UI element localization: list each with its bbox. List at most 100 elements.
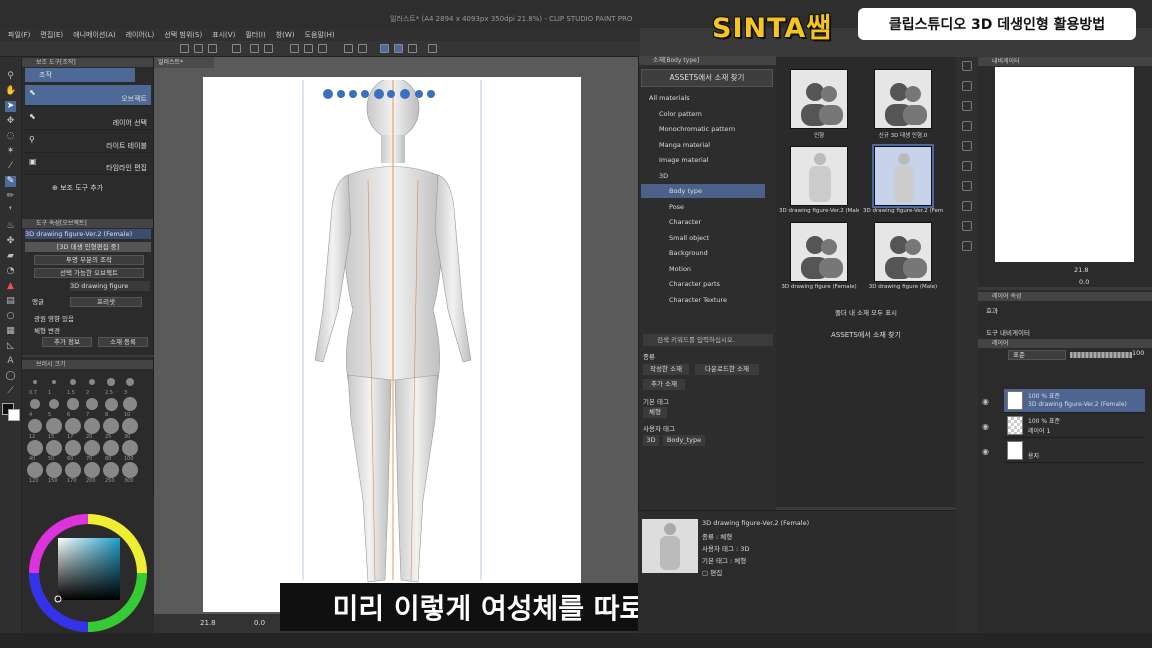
light-source-checkbox[interactable]: 광원 영향 있음: [34, 314, 74, 324]
decoration-icon[interactable]: ✤: [5, 236, 16, 247]
kind-tag-downloaded[interactable]: 다운로드한 소재: [695, 364, 759, 375]
eye-icon[interactable]: ◉: [982, 422, 991, 431]
text-icon[interactable]: A: [5, 356, 16, 367]
base-tag-body[interactable]: 체형: [643, 407, 667, 418]
figure-icon[interactable]: ○: [5, 311, 16, 322]
layer-row[interactable]: 100 % 표준 레이어 1: [1004, 414, 1145, 438]
pencil-icon[interactable]: ✏: [5, 191, 16, 202]
move-layer-icon[interactable]: ✥: [5, 116, 16, 127]
zoom-icon[interactable]: ⚲: [5, 71, 16, 82]
brush-size-dot[interactable]: [65, 440, 81, 456]
brush-size-dot[interactable]: [107, 378, 115, 386]
material-thumb[interactable]: [790, 146, 848, 206]
material-tree-item[interactable]: Motion: [641, 262, 765, 276]
menu-view[interactable]: 표시(V): [212, 30, 235, 40]
3d-drawing-figure[interactable]: [293, 80, 493, 620]
material-thumb-selected[interactable]: [872, 144, 934, 208]
balloon-icon[interactable]: ◯: [5, 371, 16, 382]
add-subtool-button[interactable]: ⊕ 보조 도구 추가: [52, 183, 103, 193]
material-tree-item[interactable]: Image material: [641, 153, 765, 167]
menu-help[interactable]: 도움말(H): [305, 30, 335, 40]
brush-size-dot[interactable]: [33, 380, 37, 384]
brush-size-dot[interactable]: [88, 378, 96, 386]
save-icon[interactable]: [208, 44, 217, 53]
menu-animation[interactable]: 애니메이션(A): [73, 30, 115, 40]
lasso-icon[interactable]: ◌: [5, 131, 16, 142]
material-search-input[interactable]: 검색 키워드를 입력하십시오.: [643, 334, 773, 346]
brush-size-dot[interactable]: [46, 462, 62, 478]
user-tag-body-type[interactable]: Body_type: [663, 435, 705, 446]
panel-icon[interactable]: [962, 181, 972, 191]
magic-wand-icon[interactable]: ✶: [5, 146, 16, 157]
hand-icon[interactable]: ✋: [5, 86, 16, 97]
material-tree-item[interactable]: All materials: [641, 91, 765, 105]
material-thumb[interactable]: [790, 222, 848, 282]
add-info-button[interactable]: 추가 정보: [42, 337, 92, 347]
brush-size-dot[interactable]: [48, 398, 60, 410]
eye-icon[interactable]: ◉: [982, 397, 991, 406]
brush-size-dot[interactable]: [46, 418, 62, 434]
material-thumb[interactable]: [874, 69, 932, 129]
material-tree-item[interactable]: Pose: [641, 200, 765, 214]
eyedropper-icon[interactable]: ⁄: [5, 161, 16, 172]
opacity-slider[interactable]: [1070, 352, 1132, 358]
panel-icon[interactable]: [962, 101, 972, 111]
preset-button[interactable]: 프리셋: [70, 297, 142, 307]
brush-size-dot[interactable]: [122, 440, 138, 456]
material-tree-item[interactable]: Character Texture: [641, 293, 765, 307]
brush-size-dot[interactable]: [103, 440, 119, 456]
menu-file[interactable]: 파일(F): [8, 30, 30, 40]
panel-icon[interactable]: [962, 221, 972, 231]
brush-size-dot[interactable]: [65, 418, 81, 434]
brush-size-dot[interactable]: [70, 379, 76, 385]
menu-filter[interactable]: 필터(I): [245, 30, 265, 40]
brush-size-dot[interactable]: [84, 440, 100, 456]
operation-icon[interactable]: ➤: [5, 101, 16, 112]
brush-size-dot[interactable]: [122, 462, 138, 478]
brush-size-dot[interactable]: [30, 399, 40, 409]
snap-special-icon[interactable]: [408, 44, 417, 53]
select-all-icon[interactable]: [318, 44, 327, 53]
color-wheel[interactable]: [22, 495, 154, 645]
navigator-zoom[interactable]: 21.8: [1074, 266, 1088, 274]
new-icon[interactable]: [180, 44, 189, 53]
menu-layer[interactable]: 레이어(L): [126, 30, 155, 40]
airbrush-icon[interactable]: ♨: [5, 221, 16, 232]
snap-ruler-icon[interactable]: [380, 44, 389, 53]
panel-icon[interactable]: [962, 121, 972, 131]
panel-icon[interactable]: [962, 241, 972, 251]
show-all-link[interactable]: 폴더 내 소재 모두 표시: [776, 307, 956, 317]
brush-size-dot[interactable]: [85, 397, 99, 411]
object-list-row[interactable]: 3D drawing figure: [70, 281, 150, 291]
ruler-icon[interactable]: [428, 44, 437, 53]
material-tree-item[interactable]: Body type: [641, 184, 765, 198]
brush-size-dot[interactable]: [27, 462, 43, 478]
subtool-light-table[interactable]: ⚲ 라이트 테이블: [25, 132, 151, 153]
material-tree-item[interactable]: 3D: [641, 169, 765, 183]
document-tab[interactable]: 일러스트*: [154, 57, 214, 68]
material-tree-item[interactable]: Character parts: [641, 277, 765, 291]
blend-mode-select[interactable]: 표준: [1008, 350, 1066, 360]
transform-icon[interactable]: [304, 44, 313, 53]
correct-line-icon[interactable]: ⟋: [5, 386, 16, 397]
material-tree-item[interactable]: Monochromatic pattern: [641, 122, 765, 136]
kind-tag-added[interactable]: 추가 소재: [643, 379, 685, 390]
undo-icon[interactable]: [250, 44, 259, 53]
layer-row[interactable]: 용지: [1004, 439, 1145, 463]
layer-row[interactable]: 100 % 표준 3D drawing figure-Ver.2 (Female…: [1004, 389, 1145, 413]
material-tree-item[interactable]: Background: [641, 246, 765, 260]
subtool-object[interactable]: ⬉ 오브젝트: [25, 85, 151, 106]
material-tree-item[interactable]: Color pattern: [641, 107, 765, 121]
panel-icon[interactable]: [962, 141, 972, 151]
menu-window[interactable]: 창(W): [276, 30, 295, 40]
brush-size-dot[interactable]: [67, 398, 79, 410]
find-assets-link[interactable]: ASSETS에서 소재 찾기: [776, 330, 956, 340]
zoom-value[interactable]: 21.8: [200, 619, 216, 627]
blend-icon[interactable]: ◔: [5, 266, 16, 277]
pen-icon[interactable]: ✎: [5, 176, 16, 187]
open-icon[interactable]: [194, 44, 203, 53]
brush-size-dot[interactable]: [103, 462, 119, 478]
eye-icon[interactable]: ◉: [982, 447, 991, 456]
brush-size-dot[interactable]: [125, 377, 135, 387]
frame-icon[interactable]: ▦: [5, 326, 16, 337]
